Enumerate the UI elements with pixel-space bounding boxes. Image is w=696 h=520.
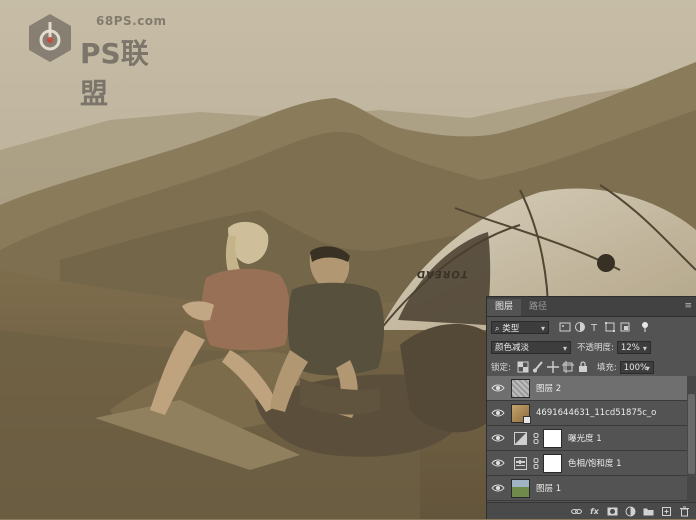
watermark-site: 68PS.com [96,14,167,28]
filter-kind-label: 类型 [502,323,520,334]
add-mask-icon[interactable] [607,506,618,517]
visibility-eye-icon[interactable] [491,433,505,443]
new-layer-icon[interactable] [661,506,672,517]
layer-row-hue-saturation[interactable]: 色相/饱和度 1 [487,451,687,476]
layer-name[interactable]: 色相/饱和度 1 [568,457,621,469]
layer-mask-thumbnail[interactable] [543,453,562,473]
search-icon: ⌕ [495,323,500,333]
layer-row-layer-1[interactable]: 图层 1 [487,476,687,501]
svg-text:T: T [590,323,598,333]
filter-smartobject-icon[interactable] [619,321,631,333]
ps-union-logo-icon [29,14,71,62]
visibility-eye-icon[interactable] [491,483,505,493]
visibility-eye-icon[interactable] [491,383,505,393]
panel-bottom-bar: fx [487,502,696,519]
visibility-eye-icon[interactable] [491,408,505,418]
smart-object-icon [523,415,531,424]
layers-panel: 图层 路径 ≡ ⌕ 类型 T 颜色减淡 不透明度: 12% 锁定: 填充: 10… [486,296,696,519]
filter-type-icon[interactable]: T [589,321,601,334]
lock-row: 锁定: 填充: 100% [487,357,696,377]
delete-trash-icon[interactable] [679,506,690,517]
scrollbar-thumb[interactable] [688,394,695,474]
panel-menu-icon[interactable]: ≡ [684,301,692,311]
lock-artboard-icon[interactable] [561,361,574,373]
layer-name[interactable]: 曝光度 1 [568,432,602,444]
link-layers-icon[interactable] [571,506,582,517]
mask-link-chain-icon[interactable] [533,457,539,469]
layer-thumbnail-texture [511,403,531,424]
lock-all-icon[interactable] [577,361,589,373]
filter-pixel-icon[interactable] [559,321,571,333]
visibility-eye-icon[interactable] [491,458,505,468]
filter-kind-dropdown[interactable]: ⌕ 类型 [491,320,549,335]
tent-brand-text: TOREAD [415,268,469,279]
tab-paths[interactable]: 路径 [521,299,555,316]
filter-shape-icon[interactable] [604,321,616,333]
layer-thumbnail-noise [511,378,530,398]
panel-tabs: 图层 路径 ≡ [487,297,696,317]
layer-row-photo[interactable]: 4691644631_11cd51875c_o [487,401,687,426]
new-group-folder-icon[interactable] [643,506,654,517]
lock-label: 锁定: [491,363,511,373]
fx-icon[interactable]: fx [589,506,600,517]
tab-layers[interactable]: 图层 [487,299,522,316]
layer-list: 图层 2 4691644631_11cd51875c_o 曝光度 1 色相/饱和… [487,376,687,503]
layer-name[interactable]: 图层 1 [536,482,561,494]
layer-list-scrollbar[interactable] [687,376,696,503]
filter-adjustment-icon[interactable] [574,321,586,333]
fill-input[interactable]: 100% [619,360,654,375]
opacity-input[interactable]: 12% [616,340,651,355]
layer-name[interactable]: 图层 2 [536,382,561,394]
layer-row-exposure[interactable]: 曝光度 1 [487,426,687,451]
filter-row: ⌕ 类型 T [487,317,696,337]
blend-row: 颜色减淡 不透明度: 12% [487,337,696,357]
fill-label: 填充: [596,363,617,373]
exposure-adjustment-icon [514,431,527,445]
mask-link-chain-icon[interactable] [533,432,539,444]
lock-pixels-brush-icon[interactable] [532,361,544,373]
lock-transparent-icon[interactable] [517,361,529,373]
lock-position-move-icon[interactable] [546,361,559,373]
layer-mask-thumbnail[interactable] [543,428,562,448]
layer-thumbnail-landscape [511,478,530,498]
hue-saturation-adjustment-icon [514,456,527,470]
opacity-label: 不透明度: [577,343,614,353]
filter-toggle-icon[interactable] [639,321,651,333]
new-adjustment-icon[interactable] [625,506,636,517]
layer-row-layer-2[interactable]: 图层 2 [487,376,687,401]
watermark-text: PS联盟 [80,37,149,110]
blend-mode-dropdown[interactable]: 颜色减淡 [491,340,571,355]
watermark: 68PS.com PS联盟 [24,12,174,110]
layer-name[interactable]: 4691644631_11cd51875c_o [536,408,656,418]
